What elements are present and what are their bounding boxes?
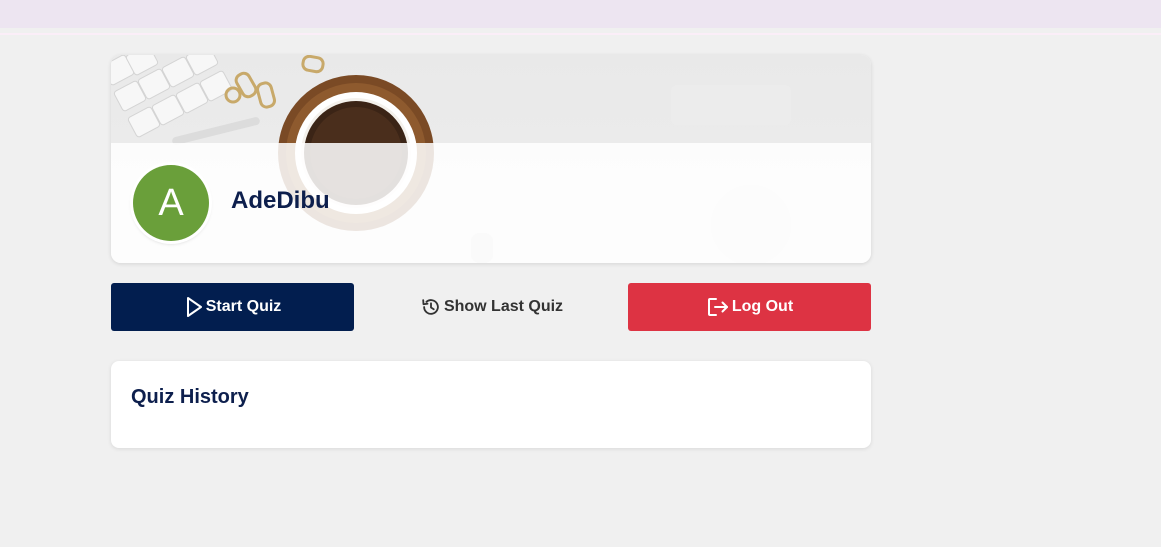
show-last-quiz-button[interactable]: Show Last Quiz (370, 283, 613, 331)
logout-label: Log Out (731, 298, 794, 315)
logout-button[interactable]: Log Out (628, 283, 871, 331)
play-icon (184, 296, 204, 318)
profile-banner (111, 55, 871, 263)
show-last-quiz-label: Show Last Quiz (443, 298, 564, 315)
profile-card: A AdeDibu (111, 55, 871, 263)
logout-icon (706, 296, 730, 318)
top-bar-divider (0, 33, 1161, 35)
quiz-history-card: Quiz History (111, 361, 871, 448)
start-quiz-label: Start Quiz (205, 298, 282, 315)
avatar: A (133, 165, 209, 241)
quiz-history-title: Quiz History (131, 386, 249, 408)
start-quiz-button[interactable]: Start Quiz (111, 283, 354, 331)
top-bar (0, 0, 1161, 28)
banner-overlay (111, 143, 871, 263)
history-icon (420, 296, 442, 318)
username: AdeDibu (231, 187, 330, 214)
avatar-letter: A (158, 181, 184, 224)
